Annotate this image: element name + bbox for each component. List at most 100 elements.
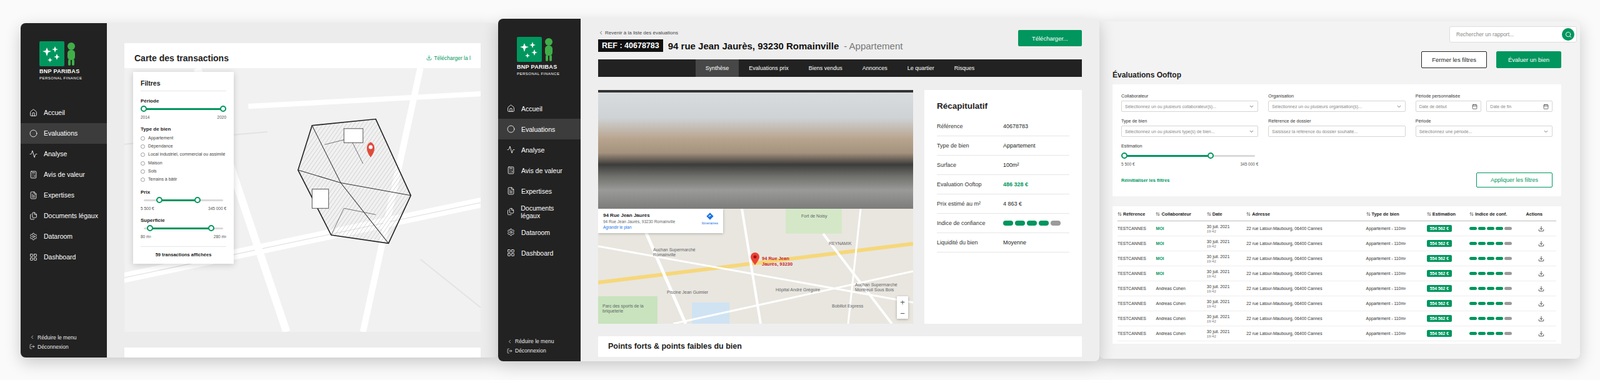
slider-track[interactable] — [143, 227, 224, 230]
checkbox-row[interactable]: Sols — [140, 168, 227, 174]
table-row[interactable]: TESTCANNESAndreas Cohen30 juil. 202119:4… — [1117, 281, 1557, 297]
table-row[interactable]: TESTCANNESMOI30 juil. 202119:4222 rue La… — [1117, 221, 1557, 237]
sidebar-item[interactable]: Documents légaux — [20, 205, 107, 227]
slider-thumb[interactable] — [1207, 152, 1214, 159]
column-header[interactable]: Date — [1206, 211, 1247, 217]
sidebar-item[interactable]: Accueil — [498, 98, 581, 119]
brand-logo[interactable]: BNP PARIBASPERSONAL FINANCE — [498, 36, 581, 76]
table-row[interactable]: TESTCANNESAndreas Cohen30 juil. 202119:4… — [1117, 326, 1557, 342]
download-action[interactable] — [1525, 240, 1557, 247]
range-slider[interactable]: 20142020 — [140, 103, 227, 120]
table-row[interactable]: TESTCANNESMOI30 juil. 202119:4222 rue La… — [1117, 251, 1557, 267]
sidebar-item[interactable]: Dataroom — [498, 221, 581, 243]
table-row[interactable]: TESTCANNESAndreas Cohen30 juil. 202119:4… — [1117, 296, 1557, 312]
slider-thumb[interactable] — [208, 225, 215, 232]
street-view-photo[interactable] — [598, 90, 914, 209]
evaluate-button[interactable]: Évaluer un bien — [1496, 51, 1562, 69]
column-header[interactable]: Collaborateur — [1155, 211, 1207, 217]
checkbox-row[interactable]: Maison — [140, 160, 227, 166]
slider-track[interactable] — [1124, 155, 1255, 157]
column-header[interactable]: Référence — [1117, 211, 1156, 217]
download-action[interactable] — [1525, 300, 1557, 307]
column-header[interactable]: Indice de conf. — [1469, 211, 1526, 217]
enlarge-map-link[interactable]: Agrandir le plan — [603, 225, 675, 230]
collapse-menu-link[interactable]: Réduire le menu — [506, 338, 581, 345]
sidebar-item[interactable]: Evaluations — [498, 118, 581, 140]
zoom-out-button[interactable]: − — [896, 307, 909, 319]
location-map[interactable]: Fort de NoisyAuchan Supermarché Romainvi… — [598, 208, 914, 324]
tab[interactable]: Annonces — [852, 59, 898, 77]
sidebar-item[interactable]: Expertises — [20, 185, 107, 206]
tab[interactable]: Biens vendus — [798, 59, 853, 77]
download-action[interactable] — [1525, 330, 1557, 337]
column-header[interactable]: Type de bien — [1366, 211, 1427, 217]
slider-thumb[interactable] — [194, 196, 201, 204]
slider-thumb[interactable] — [1121, 152, 1128, 159]
slider-track[interactable] — [143, 199, 224, 202]
sidebar-item[interactable]: Analyse — [20, 143, 107, 165]
select-field[interactable]: Sélectionnez un ou plusieurs type(s) de … — [1121, 125, 1259, 137]
table-row[interactable]: TESTCANNESMOI30 juil. 202119:4222 rue La… — [1117, 236, 1557, 252]
range-slider[interactable]: 5 500 €345 000 € — [140, 195, 227, 211]
date-input[interactable]: Date de début — [1415, 100, 1482, 112]
sidebar-item[interactable]: Avis de valeur — [20, 164, 107, 185]
tab[interactable]: Risques — [944, 59, 985, 77]
download-action[interactable] — [1525, 255, 1557, 262]
download-action[interactable] — [1525, 270, 1557, 277]
tab[interactable]: Synthèse — [695, 59, 740, 77]
back-link[interactable]: Revenir à la liste des évaluations — [598, 30, 903, 36]
search-field[interactable]: Rechercher un rapport... — [1449, 26, 1577, 43]
download-action[interactable] — [1525, 285, 1557, 292]
sidebar-item[interactable]: Documents légaux — [498, 201, 581, 222]
slider-track[interactable] — [143, 108, 224, 110]
checkbox[interactable] — [140, 144, 145, 149]
zoom-in-button[interactable]: + — [896, 296, 909, 308]
slider-thumb[interactable] — [146, 225, 154, 232]
sidebar-item[interactable]: Dashboard — [20, 246, 107, 268]
slider-thumb[interactable] — [156, 196, 163, 204]
logout-link[interactable]: Déconnexion — [506, 347, 581, 354]
checkbox[interactable] — [140, 136, 145, 141]
brand-logo[interactable]: BNP PARIBASPERSONAL FINANCE — [20, 41, 107, 80]
sidebar-item[interactable]: Dataroom — [20, 226, 107, 247]
table-row[interactable]: TESTCANNESAndreas Cohen30 juil. 202119:4… — [1117, 311, 1557, 327]
sidebar-item[interactable]: Accueil — [20, 102, 107, 124]
sidebar-item[interactable]: Expertises — [498, 180, 581, 202]
column-header[interactable]: Estimation — [1426, 211, 1470, 217]
date-input[interactable]: Date de fin — [1486, 100, 1553, 112]
checkbox[interactable] — [140, 169, 145, 174]
slider-thumb[interactable] — [220, 105, 227, 112]
close-filters-button[interactable]: Fermer les filtres — [1421, 51, 1487, 69]
directions-link[interactable]: Itinéraires — [701, 212, 719, 230]
checkbox[interactable] — [140, 152, 145, 157]
tab[interactable]: Evaluations prix — [738, 59, 799, 77]
download-link[interactable]: Télécharger la l — [426, 55, 471, 62]
sidebar-item[interactable]: Dashboard — [498, 242, 581, 264]
download-action[interactable] — [1525, 315, 1557, 322]
checkbox-row[interactable]: Dépendance — [140, 143, 227, 149]
text-input[interactable]: Saisissez la référence du dossier souhai… — [1268, 125, 1405, 137]
slider-thumb[interactable] — [140, 105, 147, 112]
checkbox[interactable] — [140, 161, 145, 166]
apply-filters-button[interactable]: Appliquer les filtres — [1476, 172, 1553, 188]
download-button[interactable]: Télécharger... — [1018, 30, 1082, 47]
checkbox-row[interactable]: Terrains à bâtir — [140, 176, 227, 182]
column-header[interactable]: Actions — [1525, 211, 1557, 217]
range-slider[interactable]: 80 m²280 m² — [140, 223, 227, 239]
sidebar-item[interactable]: Evaluations — [20, 123, 107, 144]
range-slider[interactable]: 5 500 €345 000 € — [1121, 150, 1259, 167]
sidebar-item[interactable]: Avis de valeur — [498, 160, 581, 181]
column-header[interactable]: Adresse — [1246, 211, 1366, 217]
checkbox-row[interactable]: Local industriel, commercial ou assimilé — [140, 151, 227, 157]
reset-filters-link[interactable]: Réinitialiser les filtres — [1121, 177, 1170, 184]
map-pin[interactable] — [750, 252, 760, 268]
sidebar-item[interactable]: Analyse — [498, 139, 581, 160]
checkbox[interactable] — [140, 177, 145, 182]
checkbox-row[interactable]: Appartement — [140, 135, 227, 141]
select-field[interactable]: Sélectionnez un ou plusieurs collaborate… — [1121, 100, 1259, 112]
map-area[interactable]: FiltresPériode20142020Type de bienAppart… — [124, 68, 481, 332]
select-field[interactable]: Sélectionnez une période... — [1415, 125, 1553, 137]
collapse-menu-link[interactable]: Réduire le menu — [29, 334, 107, 341]
table-row[interactable]: TESTCANNESMOI30 juil. 202119:4222 rue La… — [1117, 266, 1557, 282]
select-field[interactable]: Sélectionnez un ou plusieurs organisatio… — [1268, 100, 1405, 112]
